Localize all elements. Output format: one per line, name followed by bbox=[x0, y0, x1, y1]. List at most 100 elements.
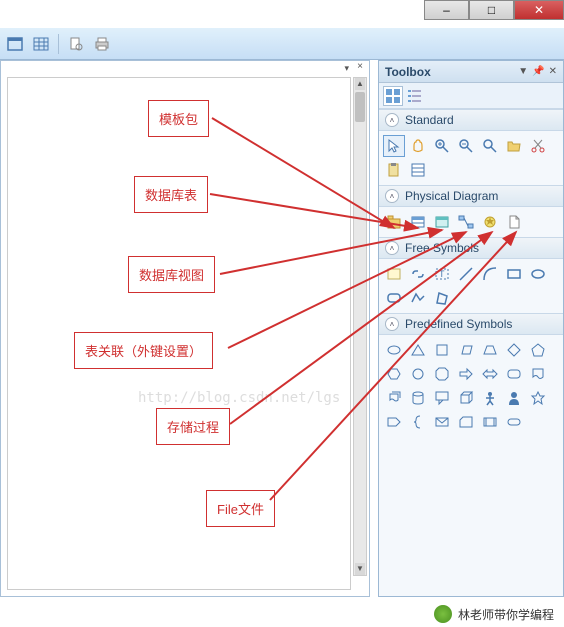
shape-envelope[interactable] bbox=[431, 411, 453, 433]
tool-procedure[interactable] bbox=[479, 211, 501, 233]
shape-cube[interactable] bbox=[455, 387, 477, 409]
minimize-button[interactable]: – bbox=[424, 0, 469, 20]
top-toolbar bbox=[0, 28, 564, 60]
shape-callout[interactable] bbox=[431, 387, 453, 409]
shape-card[interactable] bbox=[455, 411, 477, 433]
tool-line[interactable] bbox=[455, 263, 477, 285]
category-label: Predefined Symbols bbox=[405, 317, 512, 331]
toolbox-close-icon[interactable]: ✕ bbox=[549, 66, 557, 77]
category-label: Standard bbox=[405, 113, 454, 127]
maximize-button[interactable]: □ bbox=[469, 0, 514, 20]
main-canvas-panel: ▾ × http://blog.csdn.net/lgs ▲ ▼ bbox=[0, 60, 370, 597]
tool-zoom-in[interactable] bbox=[431, 135, 453, 157]
tool-pointer[interactable] bbox=[383, 135, 405, 157]
tool-arc[interactable] bbox=[479, 263, 501, 285]
scrollbar-thumb[interactable] bbox=[355, 92, 365, 122]
shape-star[interactable] bbox=[527, 387, 549, 409]
shape-circle[interactable] bbox=[407, 363, 429, 385]
view-grid-button[interactable] bbox=[30, 33, 52, 55]
chevron-up-icon: ˄ bbox=[385, 241, 399, 255]
annotation-table: 数据库表 bbox=[134, 176, 208, 213]
tool-zoom-fit[interactable] bbox=[479, 135, 501, 157]
annotation-procedure: 存储过程 bbox=[156, 408, 230, 445]
shape-trapezoid[interactable] bbox=[479, 339, 501, 361]
shape-person[interactable] bbox=[503, 387, 525, 409]
category-free-symbols[interactable]: ˄ Free Symbols bbox=[379, 237, 563, 259]
view-window-button[interactable] bbox=[4, 33, 26, 55]
shape-ellipse[interactable] bbox=[383, 339, 405, 361]
tool-cut[interactable] bbox=[527, 135, 549, 157]
maximize-icon: □ bbox=[488, 3, 495, 17]
tool-grabber[interactable] bbox=[407, 135, 429, 157]
scroll-down-icon[interactable]: ▼ bbox=[355, 563, 365, 575]
annotation-reference: 表关联（外键设置） bbox=[74, 332, 213, 369]
toolbox-titlebar: Toolbox ▼ 📌 ✕ bbox=[379, 61, 563, 83]
tool-view[interactable] bbox=[431, 211, 453, 233]
tool-file[interactable] bbox=[503, 211, 525, 233]
tool-open[interactable] bbox=[503, 135, 525, 157]
shape-parallelogram[interactable] bbox=[455, 339, 477, 361]
shape-cylinder[interactable] bbox=[407, 387, 429, 409]
footer: 林老师带你学编程 bbox=[434, 605, 554, 623]
shape-terminator[interactable] bbox=[503, 411, 525, 433]
shape-octagon[interactable] bbox=[431, 363, 453, 385]
shape-document[interactable] bbox=[527, 363, 549, 385]
panel-menu-icon[interactable]: ▾ bbox=[344, 63, 349, 74]
tool-package[interactable] bbox=[383, 211, 405, 233]
shape-hexagon[interactable] bbox=[383, 363, 405, 385]
tool-zoom-out[interactable] bbox=[455, 135, 477, 157]
toolbox-pin-icon[interactable]: 📌 bbox=[532, 66, 544, 77]
tool-table[interactable] bbox=[407, 211, 429, 233]
chevron-up-icon: ˄ bbox=[385, 113, 399, 127]
window-controls: – □ ✕ bbox=[424, 0, 564, 20]
tool-properties[interactable] bbox=[407, 159, 429, 181]
print-preview-button[interactable] bbox=[65, 33, 87, 55]
toolbar-separator bbox=[58, 34, 59, 54]
close-button[interactable]: ✕ bbox=[514, 0, 564, 20]
annotation-file: File文件 bbox=[206, 490, 275, 527]
shape-rounded[interactable] bbox=[503, 363, 525, 385]
view-list-button[interactable] bbox=[405, 86, 425, 106]
shape-triangle[interactable] bbox=[407, 339, 429, 361]
tool-paste[interactable] bbox=[383, 159, 405, 181]
shape-multidoc[interactable] bbox=[383, 387, 405, 409]
tool-polygon[interactable] bbox=[431, 287, 453, 309]
shape-square[interactable] bbox=[431, 339, 453, 361]
category-predefined-symbols[interactable]: ˄ Predefined Symbols bbox=[379, 313, 563, 335]
tool-text[interactable]: T bbox=[431, 263, 453, 285]
shape-arrow-right[interactable] bbox=[455, 363, 477, 385]
shape-bracket[interactable] bbox=[407, 411, 429, 433]
close-icon: ✕ bbox=[534, 3, 544, 17]
tool-polyline[interactable] bbox=[407, 287, 429, 309]
scroll-up-icon[interactable]: ▲ bbox=[355, 78, 365, 90]
physical-diagram-tools bbox=[379, 207, 563, 237]
shape-diamond[interactable] bbox=[503, 339, 525, 361]
standard-tools bbox=[379, 131, 563, 185]
shape-actor[interactable] bbox=[479, 387, 501, 409]
panel-pin-icon[interactable]: × bbox=[357, 61, 363, 72]
shape-tag[interactable] bbox=[383, 411, 405, 433]
tool-rectangle[interactable] bbox=[503, 263, 525, 285]
vertical-scrollbar[interactable]: ▲ ▼ bbox=[353, 77, 367, 576]
tool-reference[interactable] bbox=[455, 211, 477, 233]
shape-arrow-both[interactable] bbox=[479, 363, 501, 385]
tool-rounded-rect[interactable] bbox=[383, 287, 405, 309]
tool-ellipse[interactable] bbox=[527, 263, 549, 285]
category-standard[interactable]: ˄ Standard bbox=[379, 109, 563, 131]
tool-note[interactable] bbox=[383, 263, 405, 285]
annotation-view: 数据库视图 bbox=[128, 256, 215, 293]
shape-process[interactable] bbox=[479, 411, 501, 433]
tool-link[interactable] bbox=[407, 263, 429, 285]
toolbox-title-label: Toolbox bbox=[385, 65, 514, 79]
toolbox-viewbar bbox=[379, 83, 563, 109]
category-physical-diagram[interactable]: ˄ Physical Diagram bbox=[379, 185, 563, 207]
shape-pentagon[interactable] bbox=[527, 339, 549, 361]
chevron-up-icon: ˄ bbox=[385, 189, 399, 203]
category-label: Physical Diagram bbox=[405, 189, 498, 203]
print-button[interactable] bbox=[91, 33, 113, 55]
toolbox-menu-icon[interactable]: ▼ bbox=[518, 66, 528, 77]
svg-text:T: T bbox=[439, 269, 445, 279]
view-large-icons-button[interactable] bbox=[383, 86, 403, 106]
category-label: Free Symbols bbox=[405, 241, 479, 255]
watermark-text: http://blog.csdn.net/lgs bbox=[138, 390, 340, 406]
